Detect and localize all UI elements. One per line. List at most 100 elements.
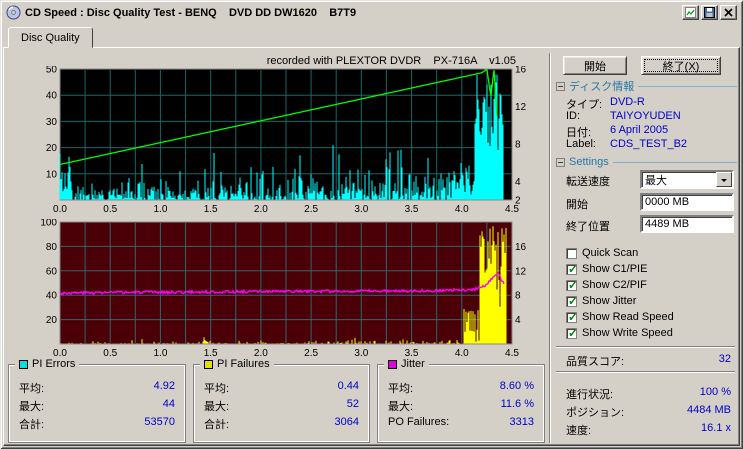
tab-disc-quality[interactable]: Disc Quality xyxy=(8,27,93,48)
pi-errors-color-swatch xyxy=(19,359,28,369)
transfer-speed-select[interactable]: 最大 xyxy=(640,170,734,189)
collapse-icon[interactable] xyxy=(556,81,565,91)
start-position-label: 開始 xyxy=(566,199,588,211)
checkbox-box[interactable] xyxy=(566,294,578,308)
separator xyxy=(556,371,735,373)
jitter-chart: 0.0 0.5 1.0 1.5 2.0 2.5 3.0 3.5 4.0 4.52040608010… xyxy=(40,219,527,359)
svg-text:4.5: 4.5 xyxy=(505,348,519,359)
checkbox-box[interactable] xyxy=(566,278,578,292)
titlebar[interactable]: CD Speed : Disc Quality Test - BENQ DVD … xyxy=(3,3,740,22)
jitter-stats: Jitter 平均: 8.60 % 最大: 11.6 % PO Failures: 3… xyxy=(377,358,545,443)
checkbox-quick-scan[interactable]: Quick Scan xyxy=(566,247,638,259)
exit-button[interactable]: 終了(X) xyxy=(641,56,721,75)
svg-text:0.5: 0.5 xyxy=(103,348,117,359)
jitter-legend: Jitter xyxy=(384,358,429,370)
stat-row: 合計: 3064 xyxy=(204,416,359,431)
svg-text:4.0: 4.0 xyxy=(455,204,469,215)
app-window: CD Speed : Disc Quality Test - BENQ DVD … xyxy=(0,0,743,449)
svg-text:40: 40 xyxy=(46,91,58,102)
pi-errors-chart: 0.0 0.5 1.0 1.5 2.0 2.5 3.0 3.5 4.0 4.51020304050… xyxy=(46,66,527,215)
stat-row: 平均: 0.44 xyxy=(204,380,359,395)
header-rule xyxy=(638,85,737,87)
start-position-input[interactable] xyxy=(640,193,734,211)
stat-row: 最大: 44 xyxy=(19,398,175,413)
checkbox-box[interactable] xyxy=(566,310,578,324)
svg-text:60: 60 xyxy=(46,266,58,277)
chevron-down-icon[interactable] xyxy=(716,172,732,187)
svg-text:16: 16 xyxy=(515,242,527,253)
close-button[interactable] xyxy=(720,5,737,20)
svg-text:20: 20 xyxy=(46,315,58,326)
svg-text:2.5: 2.5 xyxy=(304,348,318,359)
svg-text:8: 8 xyxy=(515,291,521,302)
svg-text:40: 40 xyxy=(46,291,58,302)
transfer-speed-value: 最大 xyxy=(645,174,667,187)
pi-failures-color-swatch xyxy=(204,359,213,369)
vertical-separator xyxy=(549,53,551,443)
window-title: CD Speed : Disc Quality Test - BENQ DVD … xyxy=(25,6,357,19)
svg-text:1.0: 1.0 xyxy=(153,348,167,359)
transfer-speed-label: 転送速度 xyxy=(566,176,610,188)
checkbox-show-c2-pif[interactable]: Show C2/PIF xyxy=(566,278,647,292)
checkbox-label: Show Read Speed xyxy=(582,311,674,323)
quality-score-row: 品質スコア: 32 xyxy=(566,353,731,369)
svg-text:10: 10 xyxy=(46,169,58,180)
pi-failures-legend: PI Failures xyxy=(200,358,274,370)
position-row: ポジション: 4484 MB xyxy=(566,404,731,419)
stat-row: 平均: 4.92 xyxy=(19,380,175,395)
separator xyxy=(556,346,735,348)
checkbox-show-write-speed[interactable]: Show Write Speed xyxy=(566,326,673,340)
svg-text:4.0: 4.0 xyxy=(455,348,469,359)
svg-text:4: 4 xyxy=(515,177,521,188)
disc-id-row: ID: TAIYOYUDEN xyxy=(566,110,681,122)
checkbox-show-read-speed[interactable]: Show Read Speed xyxy=(566,310,674,324)
collapse-icon[interactable] xyxy=(556,157,565,167)
pi-errors-stats: PI Errors 平均: 4.92 最大: 44 合計: 53570 xyxy=(8,358,186,443)
quality-score-label: 品質スコア: xyxy=(566,356,625,368)
checkbox-box[interactable] xyxy=(566,262,578,276)
svg-text:0.0: 0.0 xyxy=(53,204,67,215)
svg-text:100: 100 xyxy=(40,219,57,229)
jitter-color-swatch xyxy=(388,359,397,369)
settings-title: Settings xyxy=(569,156,609,168)
checkbox-box[interactable] xyxy=(566,247,577,259)
svg-text:1.0: 1.0 xyxy=(153,204,167,215)
svg-text:16: 16 xyxy=(515,66,527,76)
tab-label: Disc Quality xyxy=(21,31,80,44)
svg-text:2.0: 2.0 xyxy=(254,204,268,215)
save-button[interactable] xyxy=(701,5,718,20)
stat-row: 最大: 52 xyxy=(204,398,359,413)
svg-text:3.0: 3.0 xyxy=(354,204,368,215)
progress-row: 進行状況: 100 % xyxy=(566,386,731,401)
svg-text:12: 12 xyxy=(515,102,527,113)
end-position-input[interactable] xyxy=(640,215,734,233)
chart-icon xyxy=(685,7,696,18)
quality-score-value: 32 xyxy=(718,353,731,365)
start-button[interactable]: 開始 xyxy=(563,56,627,75)
svg-text:4: 4 xyxy=(515,315,521,326)
checkbox-label: Quick Scan xyxy=(582,247,639,259)
svg-text:2.5: 2.5 xyxy=(304,204,318,215)
svg-text:12: 12 xyxy=(515,266,527,277)
disc-info-title: ディスク情報 xyxy=(569,81,635,93)
pi-errors-legend: PI Errors xyxy=(15,358,80,370)
settings-header: Settings xyxy=(556,156,737,168)
svg-text:2: 2 xyxy=(515,196,521,207)
speed-row: 速度: 16.1 x xyxy=(566,422,731,437)
stat-row: 平均: 8.60 % xyxy=(388,380,534,395)
checkbox-box[interactable] xyxy=(566,326,578,340)
checkbox-show-c1-pie[interactable]: Show C1/PIE xyxy=(566,262,648,276)
stat-row: 合計: 53570 xyxy=(19,416,175,431)
checkbox-label: Show Jitter xyxy=(582,295,637,307)
chart-button[interactable] xyxy=(682,5,699,20)
svg-text:50: 50 xyxy=(46,66,58,76)
checkbox-show-jitter[interactable]: Show Jitter xyxy=(566,294,637,308)
svg-text:80: 80 xyxy=(46,242,58,253)
svg-text:8: 8 xyxy=(515,139,521,150)
svg-text:30: 30 xyxy=(46,117,58,128)
stat-row: 最大: 11.6 % xyxy=(388,398,534,413)
svg-text:0.5: 0.5 xyxy=(103,204,117,215)
svg-text:1.5: 1.5 xyxy=(204,204,218,215)
checkbox-label: Show C1/PIE xyxy=(582,263,648,275)
disc-info-header: ディスク情報 xyxy=(556,80,737,93)
